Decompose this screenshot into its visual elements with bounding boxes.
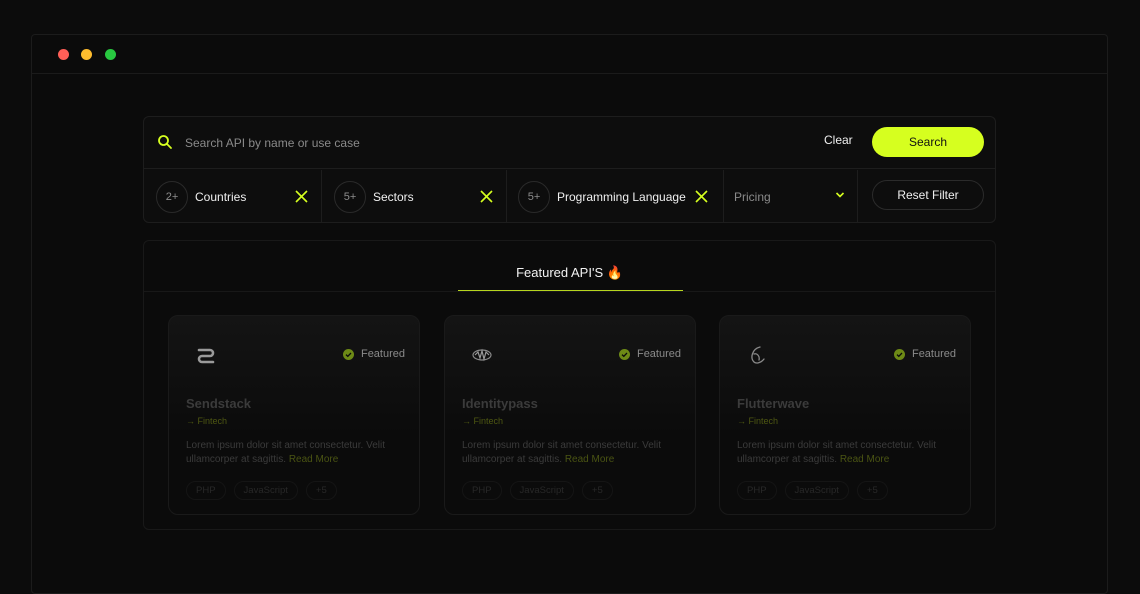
- filter-chip-label: Countries: [195, 189, 247, 204]
- filter-chip-label: Programming Language: [557, 189, 686, 204]
- search-icon: [158, 135, 172, 149]
- api-card-tags: PHP JavaScript +5: [737, 481, 888, 500]
- api-card-tags: PHP JavaScript +5: [462, 481, 613, 500]
- language-tag: JavaScript: [233, 481, 298, 500]
- filter-chip-sectors[interactable]: 5+ Sectors: [322, 170, 507, 223]
- language-tag: PHP: [737, 481, 777, 500]
- check-badge-icon: [342, 348, 354, 360]
- filter-panel: Clear Search 2+ Countries 5+ Sectors 5+ …: [143, 116, 996, 223]
- language-tag: JavaScript: [509, 481, 574, 500]
- featured-badge-label: Featured: [636, 348, 681, 360]
- language-tag: +5: [305, 481, 337, 500]
- api-card[interactable]: Featured Sendstack → Fintech Lorem ipsum…: [168, 315, 420, 515]
- language-tag: PHP: [186, 481, 226, 500]
- language-tag: JavaScript: [784, 481, 849, 500]
- featured-badge-label: Featured: [360, 348, 405, 360]
- read-more-link[interactable]: Read More: [565, 454, 614, 465]
- check-badge-icon: [618, 348, 630, 360]
- featured-header: Featured API'S 🔥: [144, 241, 995, 292]
- api-card-description: Lorem ipsum dolor sit amet consectetur. …: [462, 440, 661, 465]
- featured-title: Featured API'S 🔥: [516, 265, 623, 280]
- featured-badge: Featured: [893, 348, 956, 360]
- read-more-link[interactable]: Read More: [289, 454, 338, 465]
- api-card-category: → Fintech: [462, 416, 504, 426]
- remove-filter-icon[interactable]: [480, 190, 493, 203]
- featured-tab-underline: [458, 290, 683, 291]
- featured-badge: Featured: [342, 348, 405, 360]
- featured-badge-label: Featured: [911, 348, 956, 360]
- language-tag: PHP: [462, 481, 502, 500]
- clear-button[interactable]: Clear: [824, 133, 853, 147]
- filter-chip-label: Sectors: [373, 189, 414, 204]
- api-card-title[interactable]: Sendstack: [186, 396, 251, 411]
- window-titlebar: [32, 35, 1107, 74]
- api-card-category: → Fintech: [186, 416, 228, 426]
- api-card-title[interactable]: Flutterwave: [737, 396, 809, 411]
- remove-filter-icon[interactable]: [295, 190, 308, 203]
- identitypass-logo-icon: [472, 348, 492, 362]
- language-tag: +5: [856, 481, 888, 500]
- filter-chip-countries[interactable]: 2+ Countries: [144, 170, 322, 223]
- api-card-tags: PHP JavaScript +5: [186, 481, 337, 500]
- pricing-label: Pricing: [734, 190, 771, 204]
- api-card-description: Lorem ipsum dolor sit amet consectetur. …: [186, 440, 385, 465]
- api-card-description: Lorem ipsum dolor sit amet consectetur. …: [737, 440, 936, 465]
- filter-count-badge: 5+: [518, 180, 550, 213]
- api-card[interactable]: Featured Identitypass → Fintech Lorem ip…: [444, 315, 696, 515]
- language-tag: +5: [581, 481, 613, 500]
- maximize-window-dot[interactable]: [105, 49, 116, 60]
- read-more-link[interactable]: Read More: [840, 454, 889, 465]
- filter-count-badge: 5+: [334, 180, 366, 213]
- api-card-category: → Fintech: [737, 416, 779, 426]
- search-row: Clear Search: [144, 117, 995, 169]
- remove-filter-icon[interactable]: [695, 190, 708, 203]
- filter-count-badge: 2+: [156, 180, 188, 213]
- api-card-title[interactable]: Identitypass: [462, 396, 538, 411]
- search-button[interactable]: Search: [872, 127, 984, 157]
- reset-filter-button[interactable]: Reset Filter: [872, 180, 984, 210]
- search-input[interactable]: [185, 133, 785, 153]
- filter-chip-programming-language[interactable]: 5+ Programming Language: [507, 170, 724, 223]
- check-badge-icon: [893, 348, 905, 360]
- filter-chip-row: 2+ Countries 5+ Sectors 5+ Programming L…: [144, 170, 995, 223]
- sendstack-logo-icon: [197, 348, 215, 364]
- featured-section: Featured API'S 🔥 Featured Sendstack → Fi…: [143, 240, 996, 530]
- api-card[interactable]: Featured Flutterwave → Fintech Lorem ips…: [719, 315, 971, 515]
- pricing-dropdown[interactable]: Pricing: [724, 170, 858, 223]
- flutterwave-logo-icon: [751, 346, 765, 364]
- minimize-window-dot[interactable]: [81, 49, 92, 60]
- featured-badge: Featured: [618, 348, 681, 360]
- close-window-dot[interactable]: [58, 49, 69, 60]
- chevron-down-icon: [835, 192, 845, 198]
